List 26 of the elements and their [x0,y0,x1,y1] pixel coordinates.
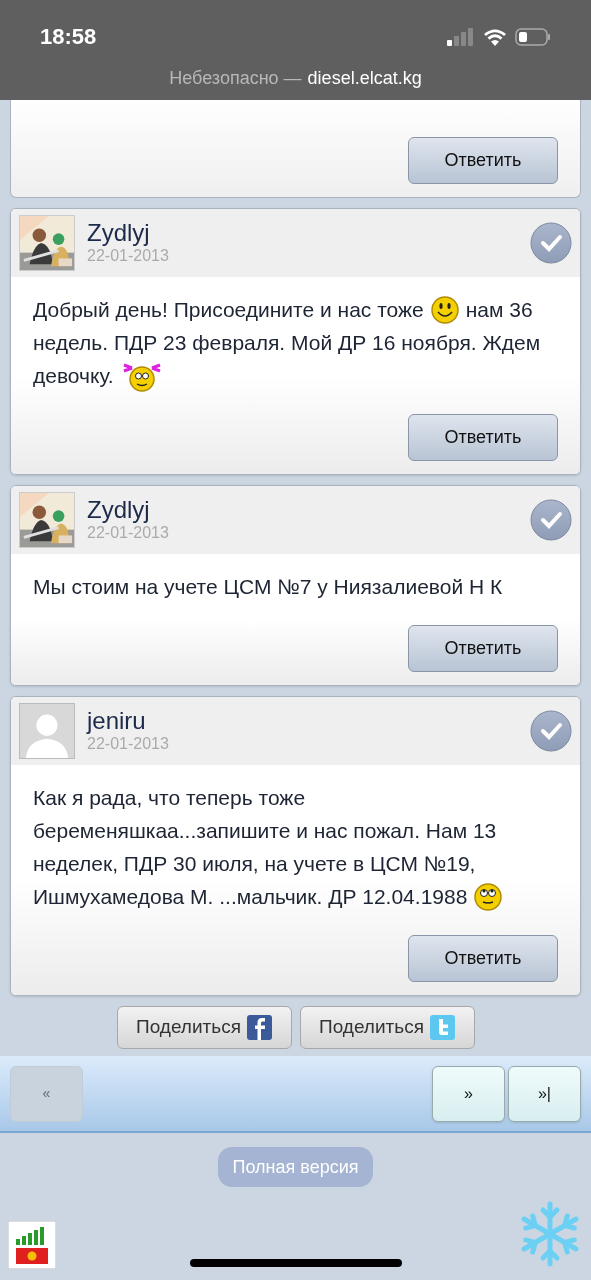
clock-time: 18:58 [40,23,97,51]
security-label: Небезопасно — [169,67,302,90]
post-text: Мы стоим на учете ЦСМ №7 у Ниязалиевой Н К [33,574,503,600]
post-text: недель. ПДР 23 февраля. Мой ДР 16 ноября. Ждем [33,330,541,356]
reply-button[interactable]: Ответить [408,935,558,982]
pager-button[interactable]: »| [508,1065,581,1122]
share-button[interactable]: Поделиться [116,1006,292,1049]
post-date: 22-01-2013 [87,734,170,754]
reply-button[interactable]: Ответить [408,414,558,461]
post-text: Добрый день! Присоедините и нас тоже [33,297,424,323]
reply-button[interactable]: Ответить [408,137,558,184]
reply-button[interactable]: Ответить [408,625,558,672]
post-date: 22-01-2013 [87,523,170,543]
author-name[interactable]: Zydlyj [87,220,518,246]
post-text: неделек, ПДР 30 июля, на учете в ЦСМ №19, [33,851,476,877]
author-name[interactable]: jeniru [87,708,518,734]
post-date: 22-01-2013 [87,246,170,266]
share-button[interactable]: Поделиться [299,1006,475,1049]
post-text: нам 36 [465,297,533,323]
author-name[interactable]: Zydlyj [87,497,518,523]
post-text: Как я рада, что теперь тоже [33,785,306,811]
post-text: Ишмухамедова М. ...мальчик. ДР 12.04.1988 [33,884,468,910]
url-text: diesel.elcat.kg [307,67,422,90]
post-text: беременяшкаа...запишите и нас пожал. Нам 13 [33,818,497,844]
pager-button[interactable]: » [432,1065,505,1122]
post-text: девочку. [33,363,114,389]
